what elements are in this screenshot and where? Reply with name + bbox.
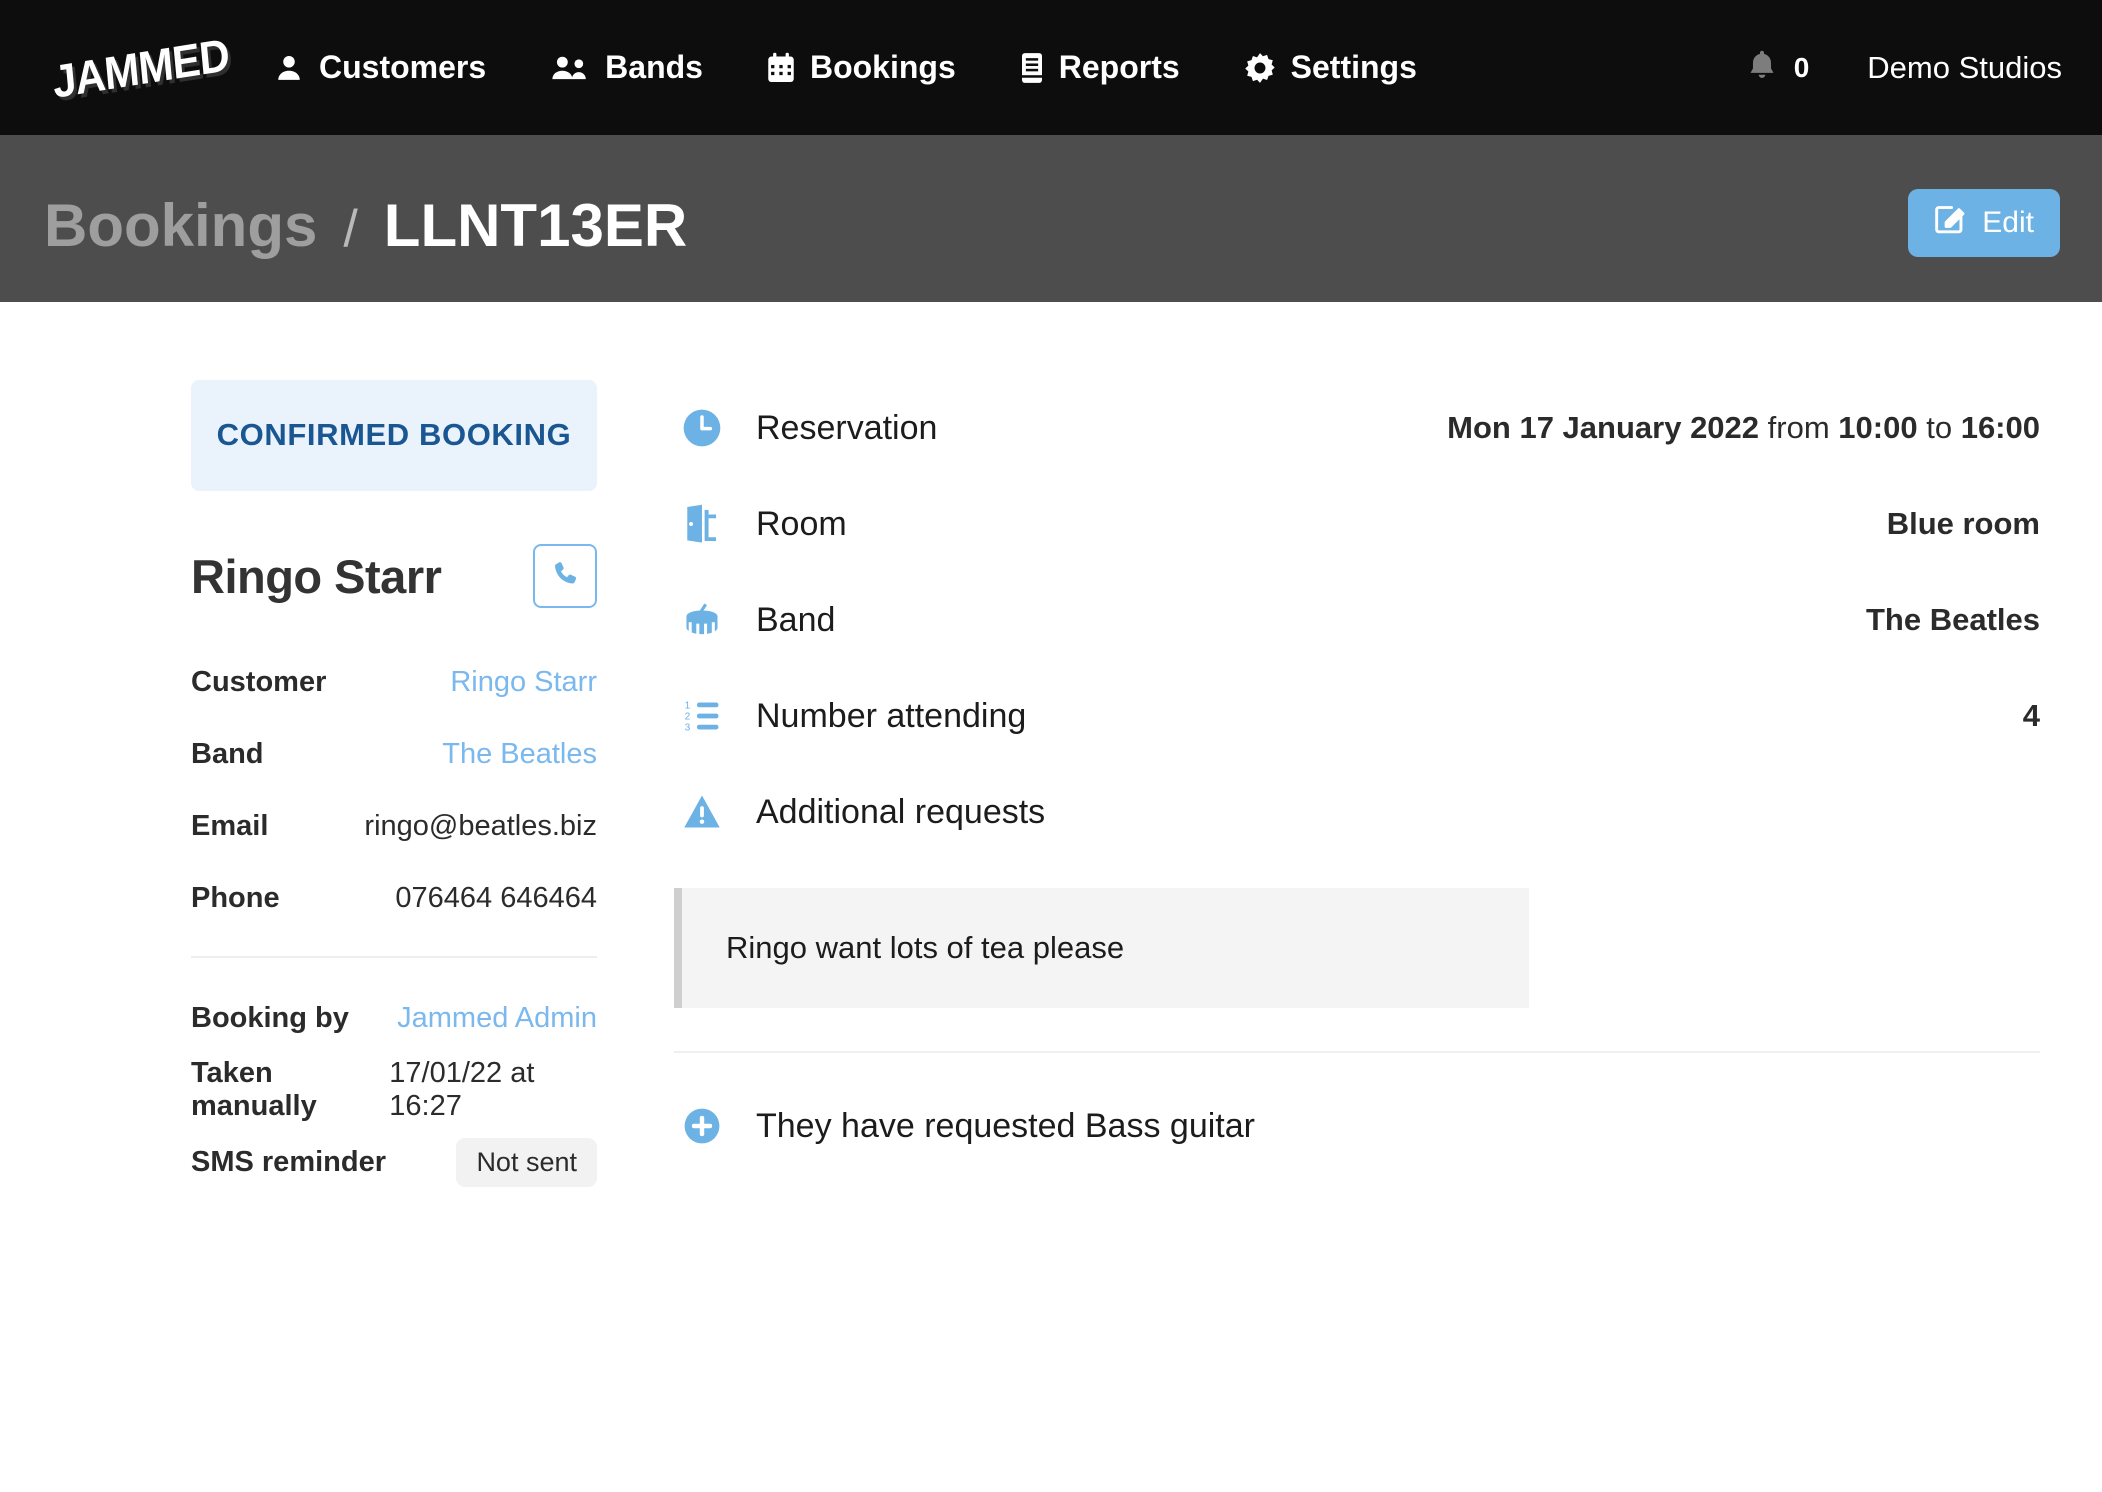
attending-label: Number attending [756,696,1027,735]
list-item: Band The Beatles [191,718,597,790]
pencil-square-icon [1934,203,1966,243]
list-item: Phone 076464 646464 [191,862,597,934]
nav-label-settings: Settings [1290,49,1417,85]
notifications-count: 0 [1793,51,1810,83]
row-label: Phone [191,881,280,914]
plus-circle-icon [674,1107,730,1145]
panel-divider [674,1051,2040,1053]
reservation-date: Mon 17 January 2022 [1447,410,1760,445]
call-customer-button[interactable] [533,544,597,608]
nav-links: Customers Bands Bookings Reports Setting… [242,49,1449,86]
reservation-row: Reservation Mon 17 January 2022 from 10:… [674,380,2040,476]
nav-item-reports[interactable]: Reports [988,49,1212,86]
room-row: Room Blue room [674,476,2040,572]
list-item: Booking by Jammed Admin [191,982,597,1054]
nav-label-bookings: Bookings [809,49,956,85]
top-navbar: JAMMED Customers Bands Bookings Reports … [0,0,2102,135]
list-item: SMS reminder Not sent [191,1126,597,1198]
user-icon [274,52,304,84]
customer-header: Ringo Starr [191,544,597,608]
breadcrumb-parent[interactable]: Bookings [44,191,317,260]
org-name[interactable]: Demo Studios [1867,50,2062,86]
clock-icon [674,408,730,448]
reservation-label: Reservation [756,408,938,447]
row-value-band[interactable]: The Beatles [442,738,597,771]
page-header: Bookings / LLNT13ER Edit [0,135,2102,302]
nav-item-customers[interactable]: Customers [242,49,518,86]
navbar-right: 0 Demo Studios [1748,49,2062,86]
customer-name: Ringo Starr [191,549,442,603]
band-value: The Beatles [1865,602,2040,637]
list-item: Taken manually 17/01/22 at 16:27 [191,1054,597,1126]
row-label: Taken manually [191,1057,317,1122]
ordered-list-icon: 1 2 3 [674,697,730,735]
users-icon [550,52,590,84]
additional-requests-label: Additional requests [756,792,1046,831]
drum-icon [674,601,730,639]
sms-status-badge: Not sent [456,1137,597,1187]
sidebar-divider [191,956,597,958]
row-value-email: ringo@beatles.biz [364,809,597,842]
main-content: CONFIRMED BOOKING Ringo Starr Customer R… [0,302,2102,1492]
requested-equipment-label: They have requested Bass guitar [756,1106,1255,1145]
book-icon [1020,52,1044,84]
reservation-start-time: 10:00 [1838,410,1918,445]
reservation-end-time: 16:00 [1960,410,2040,445]
row-value-customer[interactable]: Ringo Starr [450,666,597,699]
nav-label-reports: Reports [1058,49,1180,85]
list-item: Email ringo@beatles.biz [191,790,597,862]
list-item: Customer Ringo Starr [191,646,597,718]
band-row: Band The Beatles [674,572,2040,668]
gear-icon [1244,52,1276,84]
svg-text:3: 3 [685,723,691,734]
room-value: Blue room [1886,506,2040,541]
edit-button[interactable]: Edit [1908,188,2060,257]
requested-equipment-row: They have requested Bass guitar [674,1078,2040,1174]
app-logo-text: JAMMED [50,27,231,108]
reservation-from-word: from [1767,410,1830,445]
row-label: Booking by [191,1001,349,1034]
edit-button-label: Edit [1982,205,2034,239]
band-label: Band [756,600,836,639]
app-logo[interactable]: JAMMED [44,28,231,108]
status-badge: CONFIRMED BOOKING [191,380,597,491]
row-label: Customer [191,665,327,698]
phone-icon [550,559,580,594]
attending-value: 4 [2022,698,2040,733]
customer-details-list: Customer Ringo Starr Band The Beatles Em… [191,646,597,934]
attending-row: 1 2 3 Number attending 4 [674,668,2040,764]
booking-meta-list: Booking by Jammed Admin Taken manually 1… [191,982,597,1198]
row-value-phone: 076464 646464 [395,881,597,914]
warning-triangle-icon [674,793,730,831]
nav-item-bands[interactable]: Bands [518,49,735,86]
additional-requests-row: Additional requests [674,764,2040,860]
bell-icon [1748,49,1776,86]
page-title: LLNT13ER [383,192,688,259]
row-value-booking-by[interactable]: Jammed Admin [397,1002,597,1035]
breadcrumb-separator: / [343,200,358,258]
additional-requests-note: Ringo want lots of tea please [674,888,1529,1008]
breadcrumb: Bookings / LLNT13ER [44,191,687,260]
nav-item-bookings[interactable]: Bookings [735,49,988,86]
svg-text:1: 1 [685,701,691,712]
booking-sidebar: CONFIRMED BOOKING Ringo Starr Customer R… [44,380,636,1492]
svg-text:2: 2 [685,712,691,723]
notifications-button[interactable]: 0 [1748,49,1868,86]
nav-label-customers: Customers [319,49,487,85]
row-value-taken-manually: 17/01/22 at 16:27 [389,1057,535,1122]
nav-label-bands: Bands [605,49,703,85]
row-label: Email [191,809,269,842]
row-label: Band [191,737,264,770]
reservation-value: Mon 17 January 2022 from 10:00 to 16:00 [1447,410,2040,446]
row-label: SMS reminder [191,1145,386,1178]
door-icon [674,504,730,544]
nav-item-settings[interactable]: Settings [1212,49,1449,86]
room-label: Room [756,504,847,543]
booking-details-panel: Reservation Mon 17 January 2022 from 10:… [636,380,2058,1492]
reservation-to-word: to [1926,410,1953,445]
calendar-icon [767,52,795,84]
